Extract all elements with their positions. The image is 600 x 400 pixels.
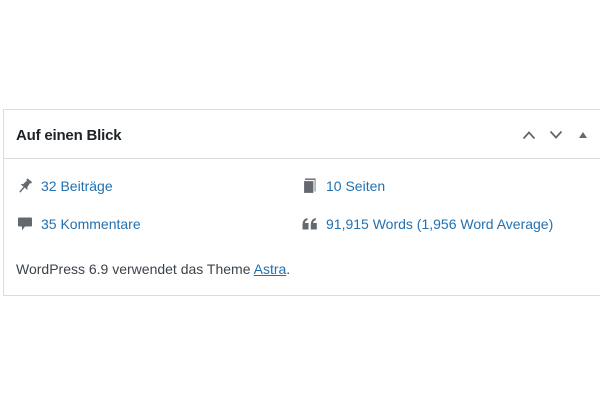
pages-icon bbox=[301, 177, 319, 195]
posts-count-link[interactable]: 32 Beiträge bbox=[16, 177, 113, 195]
comment-icon bbox=[16, 215, 34, 233]
theme-info-period: . bbox=[286, 261, 291, 277]
chevron-down-icon bbox=[549, 130, 563, 140]
pushpin-icon bbox=[16, 177, 34, 195]
chevron-up-icon bbox=[522, 130, 536, 140]
posts-count-label: 32 Beiträge bbox=[41, 178, 113, 194]
words-count-link[interactable]: 91,915 Words (1,956 Word Average) bbox=[301, 215, 553, 233]
triangle-up-icon bbox=[578, 131, 588, 139]
move-down-button[interactable] bbox=[547, 126, 565, 144]
toggle-panel-button[interactable] bbox=[574, 126, 592, 144]
theme-link[interactable]: Astra bbox=[254, 261, 287, 277]
widget-header: Auf einen Blick bbox=[4, 110, 600, 159]
pages-count-link[interactable]: 10 Seiten bbox=[301, 177, 385, 195]
quote-icon bbox=[301, 215, 319, 233]
widget-title: Auf einen Blick bbox=[16, 127, 122, 144]
words-count-label: 91,915 Words (1,956 Word Average) bbox=[326, 216, 554, 232]
at-a-glance-widget: Auf einen Blick 32 Beiträge 10 Seiten 35… bbox=[3, 109, 600, 296]
move-up-button[interactable] bbox=[520, 126, 538, 144]
comments-count-label: 35 Kommentare bbox=[41, 216, 141, 232]
theme-info: WordPress 6.9 verwendet das Theme Astra. bbox=[16, 261, 290, 277]
pages-count-label: 10 Seiten bbox=[326, 178, 386, 194]
comments-count-link[interactable]: 35 Kommentare bbox=[16, 215, 141, 233]
theme-info-text: WordPress 6.9 verwendet das Theme bbox=[16, 261, 254, 277]
